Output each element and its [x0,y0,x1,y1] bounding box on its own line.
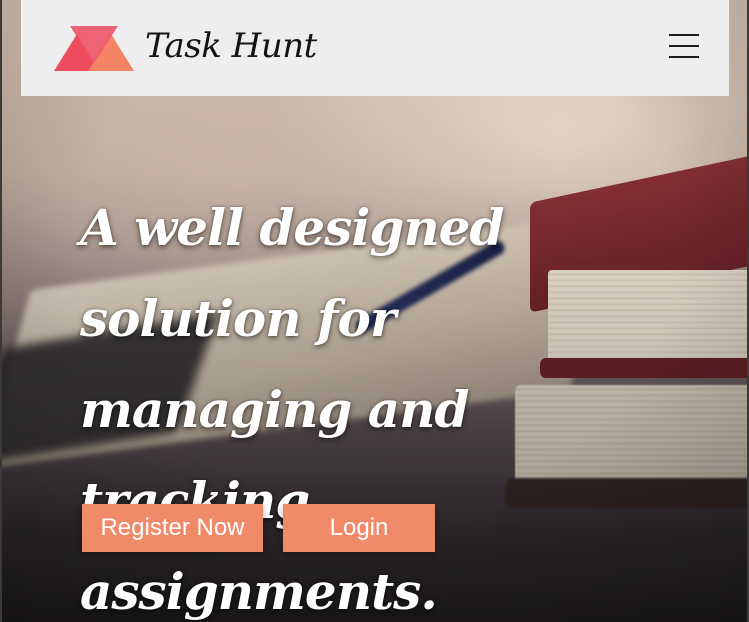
hamburger-menu-icon[interactable] [669,32,699,60]
login-button[interactable]: Login [283,504,435,552]
brand-name[interactable]: Task Hunt [145,26,317,66]
hero-headline: A well designed solution for managing an… [80,198,504,621]
menu-bar-top [669,34,699,36]
menu-bar-bottom [669,56,699,58]
landing-page: Task Hunt A well designed solution for m… [0,0,749,622]
triangles-logo-icon[interactable] [54,25,134,73]
register-now-button[interactable]: Register Now [82,504,263,552]
top-navbar: Task Hunt [21,0,729,96]
menu-bar-middle [669,45,699,47]
left-border [0,0,2,622]
